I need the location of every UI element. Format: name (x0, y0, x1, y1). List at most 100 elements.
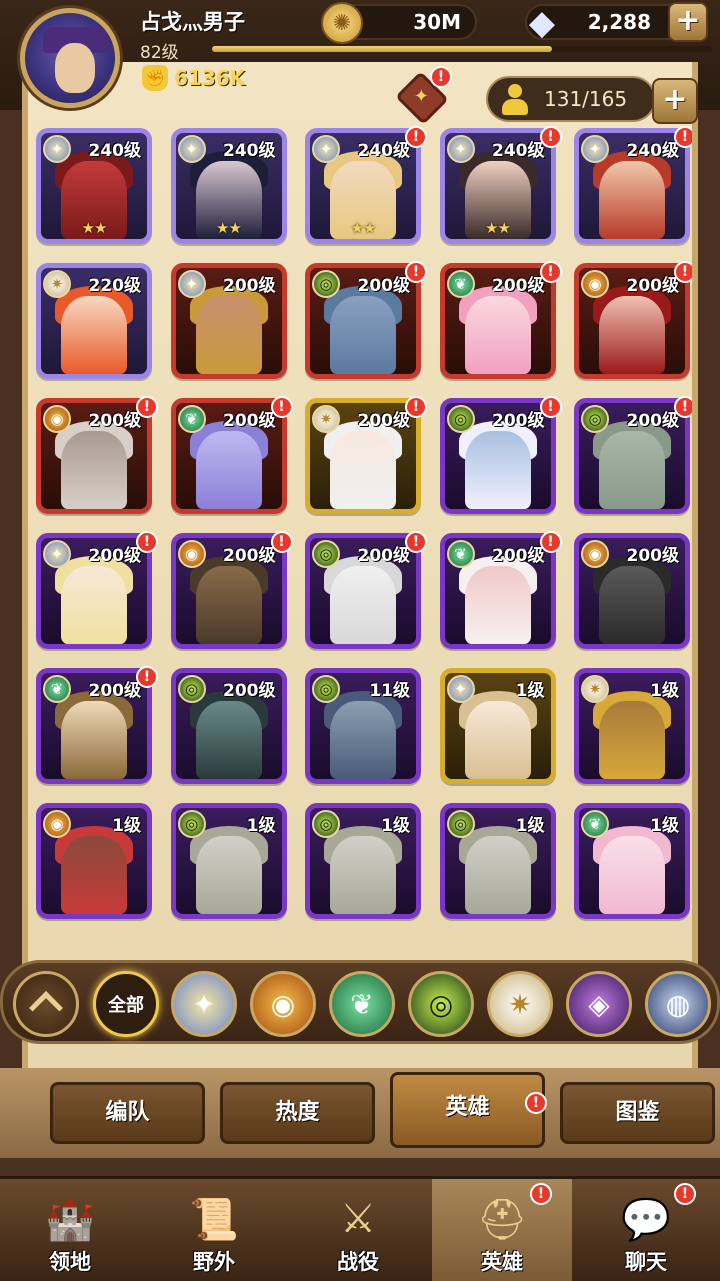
lightbearer-faction-icon: ✦ (446, 675, 475, 703)
hero-portrait (195, 836, 262, 914)
faction-filter-bar: 全部 ✦ ◉ ❦ ◎ ✷ ◈ ◍ (0, 960, 720, 1044)
hero-level: 240级 (223, 141, 276, 161)
nav-item-3[interactable]: ⛑ 英雄! (432, 1179, 572, 1281)
castle-icon: 🏰 (45, 1196, 95, 1243)
hero-card[interactable]: ◎ 11级 (305, 668, 421, 784)
mauler-faction-icon: ◉ (43, 810, 71, 838)
mauler-faction-icon: ◉ (581, 270, 609, 298)
hero-level: 200级 (223, 681, 276, 701)
hero-level: 1级 (112, 816, 141, 836)
notification-badge: ! (430, 66, 452, 88)
graveborn-faction-icon: ◎ (581, 405, 609, 433)
notification-badge: ! (539, 261, 562, 283)
hero-card[interactable]: ✷ 200级 (305, 398, 421, 514)
filter-all-button[interactable]: 全部 (93, 971, 159, 1037)
hero-card[interactable]: ✦ 240级 ★★ (170, 128, 287, 244)
hero-card[interactable]: ✦ 240级 ★★ (36, 128, 152, 244)
hero-stars: ★★ (216, 219, 242, 237)
hero-card[interactable]: ◎ 1级 (439, 803, 556, 919)
hero-card[interactable]: ✦ 240级 ★★ (305, 128, 421, 244)
filter-mauler-button[interactable]: ◉ (250, 971, 316, 1037)
graveborn-faction-icon: ◎ (446, 405, 475, 433)
notification-badge: ! (530, 1183, 552, 1205)
hero-stars: ★★ (485, 219, 511, 237)
filter-dimensional-button[interactable]: ◍ (645, 971, 711, 1037)
hero-card[interactable]: ◎ 200级 (439, 398, 556, 514)
filter-lightbearer-button[interactable]: ✦ (171, 971, 237, 1037)
lightbearer-faction-icon: ✦ (177, 270, 206, 298)
celestial-faction-icon: ✷ (43, 270, 71, 298)
helmet-icon: ⛑ (476, 1196, 528, 1243)
hero-card[interactable]: ◉ 200级 (36, 398, 152, 514)
filter-wilder-button[interactable]: ❦ (329, 971, 395, 1037)
hero-card[interactable]: ❦ 200级 (36, 668, 152, 784)
hero-card[interactable]: ◉ 200级 (574, 263, 690, 379)
hero-card[interactable]: ◎ 200级 (305, 533, 421, 649)
hero-card[interactable]: ◉ 200级 (574, 533, 690, 649)
hero-card[interactable]: ✦ 200级 (170, 263, 287, 379)
hero-card[interactable]: ✦ 1级 (439, 668, 556, 784)
hero-level: 1级 (381, 816, 410, 836)
filter-celestial-button[interactable]: ✷ (487, 971, 553, 1037)
player-level: 82级 (140, 43, 179, 63)
subtab-3[interactable]: 图鉴 (560, 1082, 715, 1144)
subtab-2[interactable]: 英雄 (390, 1072, 545, 1148)
nav-item-2[interactable]: ⚔ 战役 (288, 1179, 428, 1281)
hero-level: 200级 (88, 546, 142, 566)
notification-badge: ! (405, 396, 427, 418)
mauler-faction-icon: ◉ (177, 540, 206, 568)
nav-item-4[interactable]: 💬 聊天! (576, 1179, 716, 1281)
hero-card[interactable]: ✷ 1级 (574, 668, 690, 784)
hero-level: 1级 (246, 816, 276, 836)
hero-card[interactable]: ✷ 220级 (36, 263, 152, 379)
filter-hypogean-button[interactable]: ◈ (566, 971, 632, 1037)
hero-card[interactable]: ✦ 200级 (36, 533, 152, 649)
subtab-0[interactable]: 编队 (50, 1082, 205, 1144)
expand-roster-button[interactable]: + (652, 78, 698, 124)
notification-badge: ! (270, 396, 293, 418)
wilder-faction-icon: ❦ (177, 405, 206, 433)
notification-badge: ! (405, 126, 427, 148)
bottom-navigation: 🏰 领地 📜 野外 ⚔ 战役 ⛑ 英雄! 💬 聊天! (0, 1176, 720, 1281)
hero-portrait (330, 431, 396, 509)
hero-portrait (195, 701, 262, 779)
notification-badge: ! (539, 126, 562, 148)
hero-card[interactable]: ◎ 200级 (305, 263, 421, 379)
notification-badge: ! (405, 531, 427, 553)
hero-card[interactable]: ✦ 240级 (574, 128, 690, 244)
lightbearer-faction-icon: ✦ (43, 135, 71, 163)
hero-card[interactable]: ❦ 200级 (439, 533, 556, 649)
hero-level: 200级 (626, 276, 680, 296)
hero-sub-tabs: 编队 热度 英雄! 图鉴 (0, 1068, 720, 1158)
hero-portrait (61, 836, 127, 914)
hero-card[interactable]: ❦ 1级 (574, 803, 690, 919)
nav-item-1[interactable]: 📜 野外 (144, 1179, 284, 1281)
buy-gems-button[interactable]: + (668, 2, 708, 42)
hero-level: 200级 (223, 276, 276, 296)
hero-card[interactable]: ◉ 1级 (36, 803, 152, 919)
roster-count-text: 131/165 (544, 87, 628, 111)
hero-card[interactable]: ◎ 1级 (305, 803, 421, 919)
nav-item-0[interactable]: 🏰 领地 (0, 1179, 140, 1281)
filter-graveborn-button[interactable]: ◎ (408, 971, 474, 1037)
hero-card[interactable]: ❦ 200级 (170, 398, 287, 514)
hero-card[interactable]: ✦ 240级 ★★ (439, 128, 556, 244)
hero-portrait (599, 701, 665, 779)
player-avatar[interactable] (20, 8, 120, 108)
power-display: ✊ 6136K (142, 62, 245, 94)
hero-level: 200级 (626, 546, 680, 566)
collapse-filter-button[interactable] (13, 971, 79, 1037)
hero-grid: ✦ 240级 ★★ ✦ 240级 ★★ ✦ 240级 ★★! ✦ 240级 ★★! ✦ 240级! ✷ 220… (32, 126, 692, 946)
hero-card[interactable]: ◉ 200级 (170, 533, 287, 649)
subtab-1[interactable]: 热度 (220, 1082, 375, 1144)
hero-card[interactable]: ◎ 200级 (574, 398, 690, 514)
hero-level: 240级 (626, 141, 680, 161)
hero-card[interactable]: ❦ 200级 (439, 263, 556, 379)
hero-card[interactable]: ◎ 200级 (170, 668, 287, 784)
hero-portrait (195, 431, 262, 509)
hero-card[interactable]: ◎ 1级 (170, 803, 287, 919)
nav-label: 战役 (337, 1250, 379, 1274)
celestial-faction-icon: ✷ (312, 405, 340, 433)
resonating-crystal-button[interactable]: ! (395, 66, 452, 125)
person-icon (500, 84, 530, 116)
